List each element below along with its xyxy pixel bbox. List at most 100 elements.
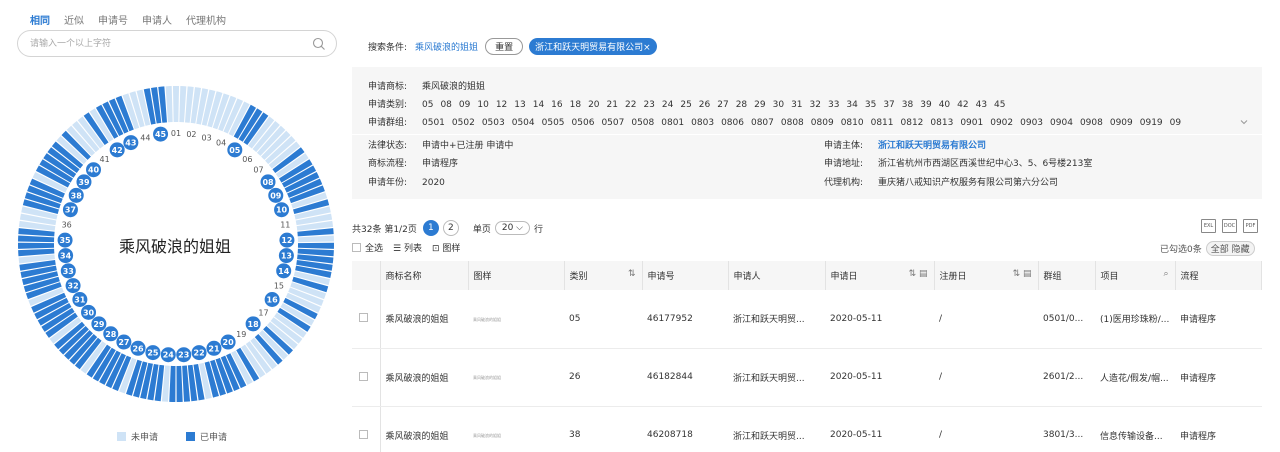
- export-excel-icon[interactable]: EXL: [1201, 219, 1216, 233]
- tab-applicant[interactable]: 申请人: [142, 12, 172, 27]
- owner-value[interactable]: 浙江和跃天明贸易有限公司: [878, 141, 986, 151]
- list-value: 08: [440, 100, 452, 110]
- select-all-checkbox[interactable]: [352, 243, 361, 252]
- class-label: 27: [118, 338, 129, 347]
- list-value: 22: [624, 100, 637, 110]
- selection-info: 已勾选0条 全部 隐藏: [1160, 241, 1255, 256]
- per-page-select[interactable]: 20 ⌵: [494, 221, 530, 235]
- reset-button[interactable]: 重置: [485, 38, 524, 55]
- cell-item: (1)医用珍珠粉/...: [1095, 290, 1175, 349]
- cell-flow: 申请程序: [1175, 348, 1262, 407]
- selected-count: 已勾选0条: [1160, 245, 1202, 255]
- chevron-down-icon[interactable]: [1240, 118, 1248, 126]
- flow-label: 商标流程:: [368, 159, 408, 169]
- class-label: 28: [105, 330, 117, 339]
- class-label: 40: [88, 166, 100, 175]
- list-value: 32: [809, 100, 821, 110]
- search-icon[interactable]: [312, 37, 326, 51]
- list-value: 0809: [810, 118, 834, 128]
- col-class[interactable]: 类别 ⇅: [564, 261, 643, 290]
- list-view-button[interactable]: ☰ 列表: [393, 241, 422, 254]
- sort-calendar-icon: ⇅ ▤: [1012, 269, 1032, 279]
- export-doc-icon[interactable]: DOC: [1222, 219, 1237, 233]
- page-2-button[interactable]: 2: [442, 220, 459, 236]
- filter-search-icon: ⌕: [1163, 269, 1169, 279]
- list-value: 0904: [1050, 118, 1073, 128]
- tab-same[interactable]: 相同: [30, 12, 50, 27]
- cell-name[interactable]: 乘风破浪的姐姐: [380, 406, 468, 452]
- list-value: 38: [901, 100, 914, 110]
- cell-name[interactable]: 乘风破浪的姐姐: [380, 348, 468, 407]
- col-reg-date[interactable]: 注册日 ⇅ ▤: [934, 261, 1039, 290]
- table-row[interactable]: 乘风破浪的姐姐 乘风破浪的姐姐 05 46177952 浙江和跃天明贸... 2020-0…: [352, 290, 1262, 349]
- list-value: 0810: [840, 118, 864, 128]
- table-row[interactable]: 乘风破浪的姐姐 乘风破浪的姐姐 38 46208718 浙江和跃天明贸... 2020-0…: [352, 406, 1262, 452]
- cell-group: 2601/2...: [1038, 348, 1095, 407]
- ring-segment: [18, 235, 55, 243]
- class-list: 05 08 09 10 12 13 14 16 18 20 21 22 23 24 25 26 27 28 29 30…: [422, 100, 1013, 110]
- col-item[interactable]: 项目 ⌕: [1095, 261, 1176, 290]
- list-value: 40: [938, 100, 951, 110]
- list-value: 21: [606, 100, 618, 110]
- ring-segment: [297, 235, 334, 243]
- table-header: 商标名称 图样 类别 ⇅ 申请号 申请人 申请日 ⇅ ▤ 注册日 ⇅ ▤ 群组 项目 ⌕…: [352, 261, 1262, 290]
- col-applicant: 申请人: [728, 261, 826, 290]
- class-label: 42: [112, 146, 123, 155]
- class-label: 19: [236, 330, 246, 339]
- page-1-button[interactable]: 1: [422, 220, 439, 236]
- class-label: 23: [178, 351, 189, 360]
- class-label: 21: [208, 344, 220, 353]
- cell-class: 38: [564, 406, 642, 452]
- list-value: 0807: [750, 118, 774, 128]
- select-all[interactable]: 全选: [352, 241, 383, 254]
- group-label: 申请群组:: [368, 118, 408, 128]
- cell-app-no: 46177952: [642, 290, 728, 349]
- class-label: 14: [278, 267, 290, 276]
- ring-segment: [17, 242, 55, 249]
- class-label: 33: [63, 267, 74, 276]
- class-label: 31: [74, 296, 86, 305]
- column-toggle[interactable]: 全部 隐藏: [1205, 241, 1255, 256]
- class-label: 13: [281, 252, 292, 261]
- class-label: 10: [276, 206, 288, 215]
- cell-class: 26: [564, 348, 642, 407]
- tab-application-no[interactable]: 申请号: [98, 12, 128, 27]
- class-label: 45: [155, 130, 167, 139]
- list-value: 12: [495, 100, 508, 110]
- cell-flow: 申请程序: [1175, 290, 1262, 349]
- tab-similar[interactable]: 近似: [64, 12, 84, 27]
- class-label: 03: [202, 133, 212, 142]
- mark-label: 申请商标:: [368, 82, 408, 92]
- applicant-filter-chip[interactable]: 浙江和跃天明贸易有限公司×: [529, 38, 657, 55]
- cell-reg-date: /: [934, 348, 1038, 407]
- list-value: 13: [514, 100, 526, 110]
- cell-group: 3801/3...: [1038, 406, 1095, 452]
- class-label: 39: [78, 178, 90, 187]
- col-group: 群组: [1038, 261, 1096, 290]
- list-value: 25: [680, 100, 692, 110]
- list-value: 0502: [451, 118, 475, 128]
- image-view-button[interactable]: ⊡ 图样: [432, 241, 460, 254]
- col-app-date[interactable]: 申请日 ⇅ ▤: [825, 261, 935, 290]
- cell-group: 0501/0...: [1038, 290, 1095, 349]
- export-pdf-icon[interactable]: PDF: [1243, 219, 1258, 233]
- list-value: 0507: [601, 118, 625, 128]
- cell-name[interactable]: 乘风破浪的姐姐: [380, 290, 468, 349]
- list-value: 31: [791, 100, 803, 110]
- list-value: 0909: [1109, 118, 1133, 128]
- tab-agency[interactable]: 代理机构: [186, 12, 226, 27]
- list-value: 0901: [960, 118, 984, 128]
- row-checkbox[interactable]: [359, 313, 369, 323]
- list-value: 0505: [541, 118, 565, 128]
- class-label: 07: [253, 166, 263, 175]
- legend-unapplied: 未申请: [117, 430, 158, 443]
- total-count: 共32条: [352, 224, 382, 235]
- class-label: 32: [68, 282, 79, 291]
- row-checkbox[interactable]: [359, 371, 369, 381]
- row-checkbox[interactable]: [359, 429, 369, 439]
- ring-legend: 未申请 已申请: [117, 430, 227, 443]
- list-value: 0919: [1139, 118, 1163, 128]
- search-input[interactable]: [30, 36, 310, 52]
- table-row[interactable]: 乘风破浪的姐姐 乘风破浪的姐姐 26 46182844 浙江和跃天明贸... 2020-0…: [352, 348, 1262, 407]
- class-label: 26: [132, 344, 144, 353]
